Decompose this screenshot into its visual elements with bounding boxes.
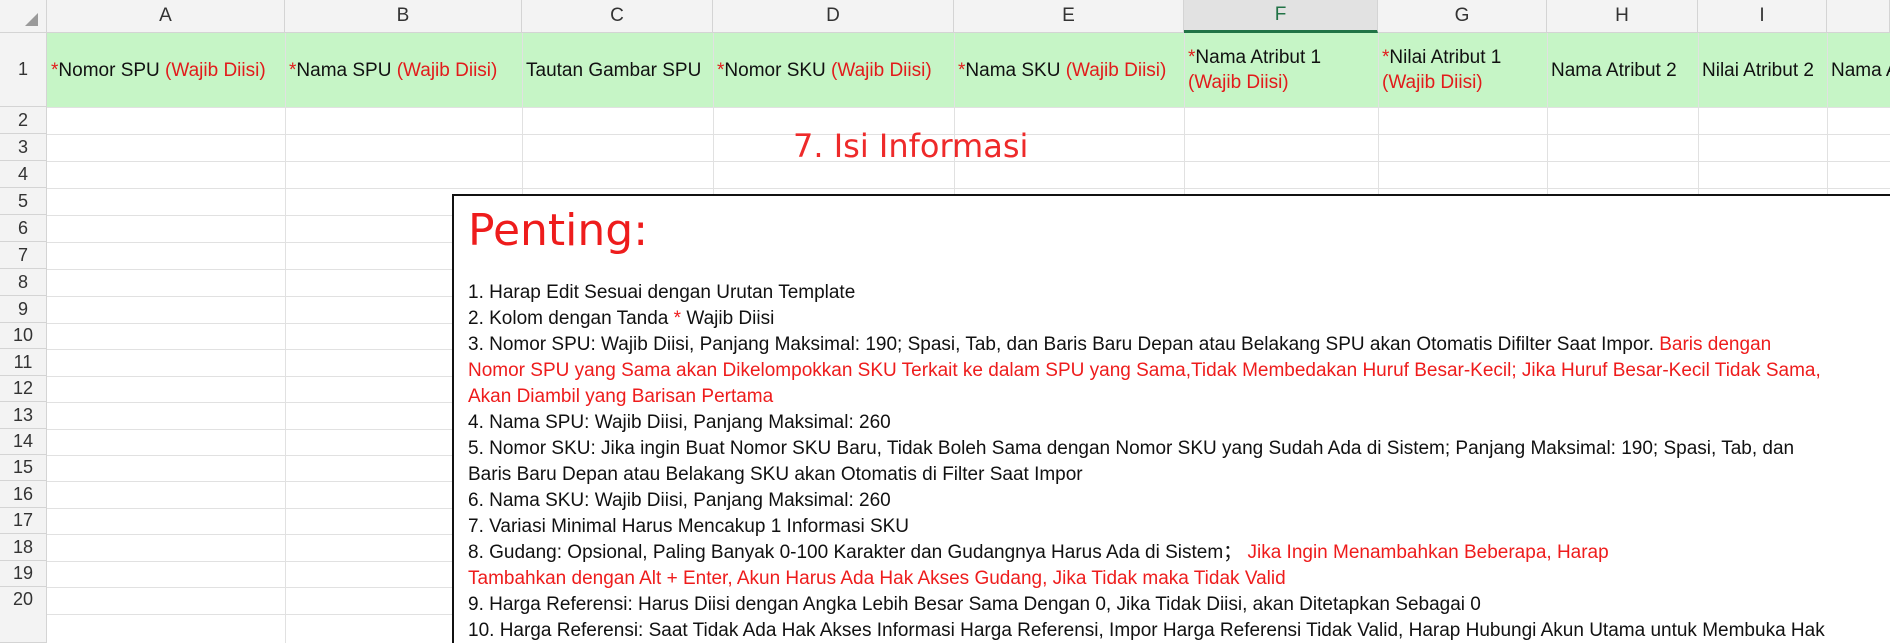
row-header-11[interactable]: 11 bbox=[0, 349, 47, 376]
select-all-triangle-icon bbox=[25, 13, 38, 26]
required-note: (Wajib Diisi) bbox=[831, 59, 932, 81]
cell-c1-label: Tautan Gambar SPU bbox=[526, 59, 702, 81]
row-header-15[interactable]: 15 bbox=[0, 455, 47, 481]
cell-b1[interactable]: * Nama SPU (Wajib Diisi) bbox=[285, 33, 522, 107]
gridline bbox=[47, 107, 1890, 108]
note-line-5: 5. Nomor SKU: Jika ingin Buat Nomor SKU … bbox=[468, 438, 1795, 459]
note-text: 8. Gudang: Opsional, Paling Banyak 0-100… bbox=[468, 542, 1243, 563]
column-header-j[interactable] bbox=[1827, 0, 1890, 33]
required-asterisk: * bbox=[289, 59, 297, 81]
row-header-7[interactable]: 7 bbox=[0, 242, 47, 269]
cell-a1[interactable]: * Nomor SPU (Wajib Diisi) bbox=[47, 33, 285, 107]
gridline bbox=[47, 188, 1890, 189]
cell-d1[interactable]: * Nomor SKU (Wajib Diisi) bbox=[713, 33, 954, 107]
row-header-6[interactable]: 6 bbox=[0, 215, 47, 242]
note-line-8: 8. Gudang: Opsional, Paling Banyak 0-100… bbox=[468, 540, 1890, 566]
row-header-9[interactable]: 9 bbox=[0, 296, 47, 323]
row-header-5[interactable]: 5 bbox=[0, 188, 47, 215]
note-text: 3. Nomor SPU: Wajib Diisi, Panjang Maksi… bbox=[468, 334, 1660, 355]
note-line-10: 10. Harga Referensi: Saat Tidak Ada Hak … bbox=[468, 620, 1825, 641]
row-header-18[interactable]: 18 bbox=[0, 534, 47, 561]
cell-d1-label: Nomor SKU bbox=[724, 59, 832, 81]
required-note: (Wajib Diisi) bbox=[165, 59, 266, 81]
note-line-6: 6. Nama SKU: Wajib Diisi, Panjang Maksim… bbox=[468, 490, 891, 511]
note-warning-text: Baris dengan bbox=[1659, 334, 1772, 355]
row-header-16[interactable]: 16 bbox=[0, 481, 47, 508]
note-line-1: 1. Harap Edit Sesuai dengan Urutan Templ… bbox=[468, 282, 856, 303]
row-header-1[interactable]: 1 bbox=[0, 33, 47, 107]
row-header-17[interactable]: 17 bbox=[0, 508, 47, 534]
cell-h1[interactable]: Nama Atribut 2 bbox=[1547, 33, 1698, 107]
required-note: (Wajib Diisi) bbox=[1065, 59, 1167, 81]
column-header-a[interactable]: A bbox=[47, 0, 285, 33]
cell-i1[interactable]: Nilai Atribut 2 bbox=[1698, 33, 1827, 107]
cell-e1-label: Nama SKU bbox=[965, 59, 1066, 81]
required-asterisk: * bbox=[673, 308, 682, 329]
column-header-c[interactable]: C bbox=[522, 0, 713, 33]
note-line-4: 4. Nama SPU: Wajib Diisi, Panjang Maksim… bbox=[468, 412, 891, 433]
note-line-8-cont: Tambahkan dengan Alt + Enter, Akun Harus… bbox=[468, 568, 1286, 589]
required-asterisk: * bbox=[717, 59, 725, 81]
note-line-3-cont2: Akan Diambil yang Barisan Pertama bbox=[468, 386, 774, 407]
note-text: 2. Kolom dengan Tanda bbox=[468, 308, 674, 329]
row-header-13[interactable]: 13 bbox=[0, 402, 47, 429]
row-header-12[interactable]: 12 bbox=[0, 376, 47, 402]
select-all-corner[interactable] bbox=[0, 0, 47, 33]
row-header-14[interactable]: 14 bbox=[0, 429, 47, 455]
column-header-f[interactable]: F bbox=[1184, 0, 1378, 33]
cell-a1-label: Nomor SPU bbox=[58, 59, 166, 81]
row-header-10[interactable]: 10 bbox=[0, 323, 47, 349]
column-header-g[interactable]: G bbox=[1378, 0, 1547, 33]
cell-g1-label: Nilai Atribut 1 bbox=[1389, 47, 1502, 68]
column-header-h[interactable]: H bbox=[1547, 0, 1698, 33]
section-title: 7. Isi Informasi bbox=[793, 127, 1029, 165]
row-header-19[interactable]: 19 bbox=[0, 561, 47, 587]
column-header-d[interactable]: D bbox=[713, 0, 954, 33]
required-note: (Wajib Diisi) bbox=[1382, 72, 1483, 93]
note-line-3: 3. Nomor SPU: Wajib Diisi, Panjang Maksi… bbox=[468, 332, 1890, 358]
note-line-9: 9. Harga Referensi: Harus Diisi dengan A… bbox=[468, 594, 1481, 615]
row-header-4[interactable]: 4 bbox=[0, 161, 47, 188]
row-header-2[interactable]: 2 bbox=[0, 107, 47, 134]
note-line-5-cont: Baris Baru Depan atau Belakang SKU akan … bbox=[468, 464, 1083, 485]
note-line-3-cont: Nomor SPU yang Sama akan Dikelompokkan S… bbox=[468, 360, 1821, 381]
note-warning-text: Jika Ingin Menambahkan Beberapa, Harap bbox=[1247, 542, 1609, 563]
note-text: Wajib Diisi bbox=[681, 308, 775, 329]
cell-j1[interactable]: Nama A bbox=[1827, 33, 1890, 107]
row-header-20[interactable]: 20 bbox=[0, 587, 47, 643]
cell-i1-label: Nilai Atribut 2 bbox=[1702, 59, 1814, 81]
cell-f1[interactable]: *Nama Atribut 1 (Wajib Diisi) bbox=[1184, 33, 1378, 107]
important-notes-textbox[interactable]: Penting: 1. Harap Edit Sesuai dengan Uru… bbox=[452, 194, 1890, 643]
notes-title: Penting: bbox=[468, 205, 649, 256]
note-line-2: 2. Kolom dengan Tanda * Wajib Diisi bbox=[468, 306, 1890, 332]
cell-e1[interactable]: * Nama SKU (Wajib Diisi) bbox=[954, 33, 1184, 107]
row-header-3[interactable]: 3 bbox=[0, 134, 47, 161]
required-asterisk: * bbox=[51, 59, 59, 81]
note-line-7: 7. Variasi Minimal Harus Mencakup 1 Info… bbox=[468, 516, 910, 537]
column-header-e[interactable]: E bbox=[954, 0, 1184, 33]
row-header-8[interactable]: 8 bbox=[0, 269, 47, 296]
required-note: (Wajib Diisi) bbox=[396, 59, 498, 81]
cell-b1-label: Nama SPU bbox=[296, 59, 397, 81]
spreadsheet-grid[interactable]: A B C D E F G H I 1 2 3 4 5 6 7 8 9 10 1… bbox=[0, 0, 1890, 643]
required-asterisk: * bbox=[958, 59, 966, 81]
gridline bbox=[285, 33, 286, 643]
required-note: (Wajib Diisi) bbox=[1188, 72, 1289, 93]
column-header-b[interactable]: B bbox=[285, 0, 522, 33]
cell-j1-label: Nama A bbox=[1831, 59, 1890, 81]
cell-f1-label: Nama Atribut 1 bbox=[1195, 47, 1322, 68]
cell-g1[interactable]: *Nilai Atribut 1 (Wajib Diisi) bbox=[1378, 33, 1547, 107]
cell-c1[interactable]: Tautan Gambar SPU bbox=[522, 33, 713, 107]
column-header-i[interactable]: I bbox=[1698, 0, 1827, 33]
cell-h1-label: Nama Atribut 2 bbox=[1551, 59, 1677, 81]
